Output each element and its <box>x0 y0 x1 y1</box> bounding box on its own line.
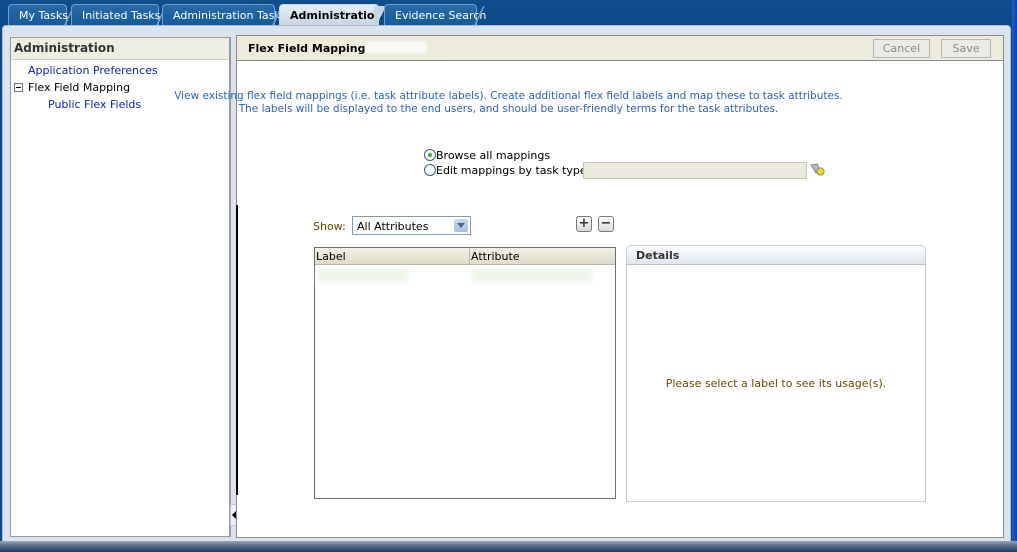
intro-text: View existing flex field mappings (i.e. … <box>0 90 1017 116</box>
radio-edit-by-task-type[interactable]: Edit mappings by task type: <box>424 164 590 177</box>
top-tab-bar: My Tasks Initiated Tasks Administration … <box>0 0 1017 28</box>
plus-icon: + <box>578 216 590 231</box>
details-title: Details <box>627 246 925 265</box>
cancel-button[interactable]: Cancel <box>873 39 930 58</box>
tab-my-tasks[interactable]: My Tasks <box>8 4 76 28</box>
minus-icon: − <box>600 216 612 231</box>
column-header-attribute[interactable]: Attribute <box>471 250 520 263</box>
remove-button[interactable]: − <box>598 216 614 232</box>
radio-browse-all[interactable]: Browse all mappings <box>424 149 550 162</box>
show-filter-select[interactable]: All Attributes <box>352 216 471 235</box>
radio-label: Edit mappings by task type: <box>436 164 591 177</box>
details-message: Please select a label to see its usage(s… <box>665 377 887 390</box>
intro-line-2: The labels will be displayed to the end … <box>238 103 779 115</box>
sidebar-title: Administration <box>11 38 229 60</box>
mappings-table: Label Attribute <box>314 247 616 499</box>
page-title: Flex Field Mapping <box>248 42 366 55</box>
radio-button-checked[interactable] <box>424 149 436 161</box>
intro-line-1: View existing flex field mappings (i.e. … <box>174 90 843 102</box>
save-button[interactable]: Save <box>941 39 991 58</box>
show-filter-value: All Attributes <box>357 220 429 233</box>
redacted-text <box>365 41 427 54</box>
radio-label: Browse all mappings <box>436 149 551 162</box>
redacted-cell <box>471 268 593 282</box>
splitter-line <box>236 205 238 495</box>
show-label: Show: <box>313 220 346 233</box>
window-bottom-border <box>0 541 1017 552</box>
radio-button[interactable] <box>424 164 436 176</box>
tab-administration-tasks[interactable]: Administration Tasks <box>162 4 286 28</box>
window-edge <box>1012 0 1017 545</box>
tab-evidence-search[interactable]: Evidence Search <box>384 4 486 28</box>
flashlight-search-icon[interactable] <box>810 163 826 177</box>
tab-administration[interactable]: Administration <box>279 4 388 28</box>
task-type-input[interactable] <box>583 162 807 179</box>
table-header: Label Attribute <box>315 248 615 265</box>
add-button[interactable]: + <box>576 216 592 232</box>
details-panel: Details Please select a label to see its… <box>626 245 926 502</box>
column-header-label[interactable]: Label <box>316 250 346 263</box>
chevron-down-icon[interactable] <box>454 219 468 232</box>
main-header: Flex Field Mapping Cancel Save <box>237 36 1003 61</box>
tab-initiated-tasks[interactable]: Initiated Tasks <box>71 4 168 28</box>
column-separator[interactable] <box>469 248 470 265</box>
redacted-cell <box>317 268 409 282</box>
sidebar-item-application-preferences[interactable]: Application Preferences <box>28 64 158 77</box>
